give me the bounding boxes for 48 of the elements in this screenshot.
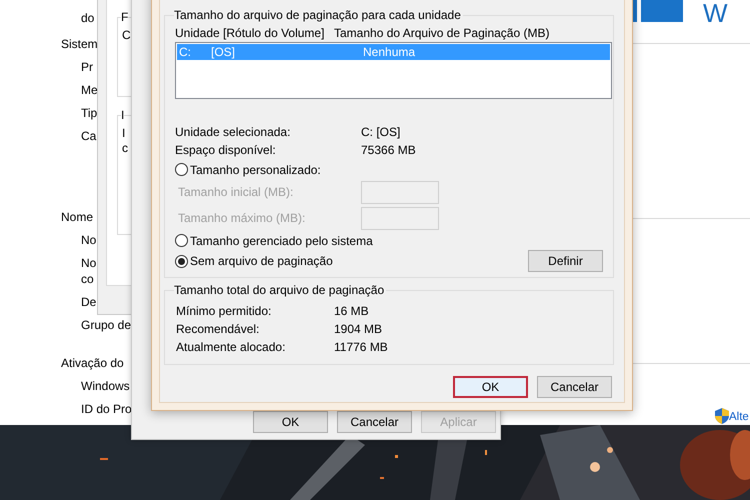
info-label: Recomendável: xyxy=(176,321,260,338)
logo-text: W xyxy=(703,0,728,26)
property-label: do xyxy=(81,10,94,26)
info-value: 1904 MB xyxy=(334,321,382,338)
dialog-button[interactable]: Cancelar xyxy=(537,376,612,398)
info-value: 75366 MB xyxy=(361,142,416,159)
section-heading: Ativação do xyxy=(60,355,125,372)
set-button[interactable]: Definir xyxy=(528,250,603,272)
info-label: Espaço disponível: xyxy=(175,142,277,159)
group-text: C xyxy=(121,28,132,43)
info-value: C: [OS] xyxy=(361,124,400,141)
info-value: 16 MB xyxy=(334,303,369,320)
property-label: Ca xyxy=(81,128,96,144)
column-header: Unidade [Rótulo do Volume] xyxy=(175,26,326,40)
group-label: I xyxy=(121,108,124,122)
info-label: Atualmente alocado: xyxy=(176,339,286,356)
field-label: Tamanho máximo (MB): xyxy=(178,210,306,227)
property-label: De xyxy=(81,294,96,310)
radio-option[interactable]: Sem arquivo de paginação xyxy=(175,252,333,270)
property-label: Tip xyxy=(81,105,98,121)
windows-logo-icon xyxy=(633,0,683,22)
info-label: Unidade selecionada: xyxy=(175,124,292,141)
dialog-button[interactable]: OK xyxy=(253,411,328,433)
group-text: I xyxy=(121,126,126,141)
change-link[interactable]: Alte xyxy=(729,409,749,426)
field-label: Tamanho inicial (MB): xyxy=(178,184,294,201)
column-header: Tamanho do Arquivo de Paginação (MB) xyxy=(334,26,550,40)
info-value: 11776 MB xyxy=(334,339,388,356)
dialog-button[interactable]: OK xyxy=(453,376,528,398)
property-label: No xyxy=(81,232,96,248)
property-label: co xyxy=(81,271,94,287)
group-label: Tamanho total do arquivo de paginação xyxy=(174,283,386,297)
group-label: Tamanho do arquivo de paginação para cada unidade xyxy=(174,8,463,22)
property-label: Grupo de xyxy=(81,317,132,333)
property-label: Pr xyxy=(81,59,93,75)
info-label: Mínimo permitido: xyxy=(176,303,272,320)
property-label: ID do Pro xyxy=(81,401,132,417)
shield-icon xyxy=(715,408,729,424)
radio-option[interactable]: Tamanho gerenciado pelo sistema xyxy=(175,232,373,250)
property-label: Windows xyxy=(81,378,130,394)
property-label: Me xyxy=(81,82,98,98)
section-heading: Sistem xyxy=(60,36,98,53)
property-label: No xyxy=(81,255,96,271)
dialog-button[interactable]: Cancelar xyxy=(337,411,412,433)
radio-option[interactable]: Tamanho personalizado: xyxy=(175,160,321,178)
group-label: F xyxy=(121,10,128,24)
section-heading: Nome xyxy=(60,209,94,226)
group-text: c xyxy=(121,141,129,156)
